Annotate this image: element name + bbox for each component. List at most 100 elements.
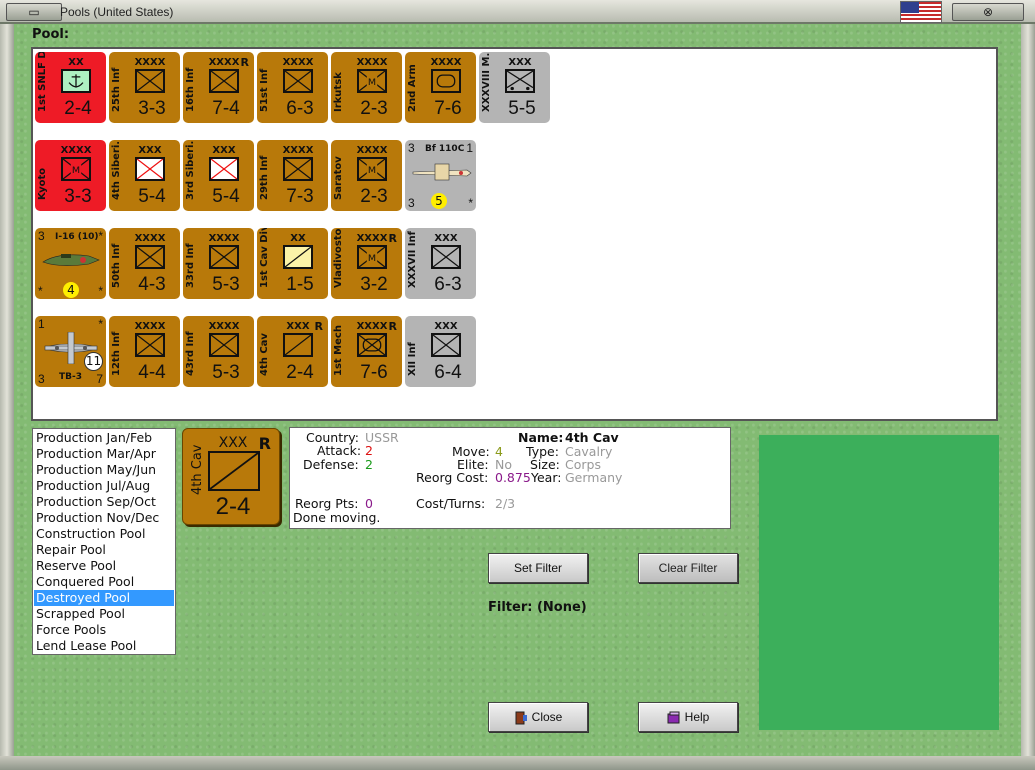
unit-type-symbol-icon bbox=[135, 69, 165, 93]
unit-counter[interactable]: XXX XXXVII Inf 6-3 bbox=[405, 228, 476, 299]
unit-size: XXXX bbox=[134, 321, 166, 332]
unit-counter[interactable]: XXXX 51st Inf 6-3 bbox=[257, 52, 328, 123]
pool-list-item[interactable]: Reserve Pool bbox=[34, 558, 174, 574]
attack-value: 2 bbox=[365, 443, 373, 458]
unit-type-symbol-icon bbox=[209, 245, 239, 269]
unit-counter[interactable]: XXX XII Inf 6-4 bbox=[405, 316, 476, 387]
pool-list-item[interactable]: Force Pools bbox=[34, 622, 174, 638]
svg-text:M: M bbox=[368, 253, 376, 264]
pool-panel: XX 1st SNLF D. 2-4 XXXX 25th Inf 3-3 XXXX R 16th… bbox=[31, 47, 998, 421]
unit-counter[interactable]: XXXX Saratov M 2-3 bbox=[331, 140, 402, 211]
pool-list-item[interactable]: Conquered Pool bbox=[34, 574, 174, 590]
unit-strength: 2-3 bbox=[360, 98, 388, 119]
unit-counter[interactable]: XXXX 29th Inf 7-3 bbox=[257, 140, 328, 211]
unit-counter[interactable]: XXXX 25th Inf 3-3 bbox=[109, 52, 180, 123]
unit-name: 16th Inf bbox=[185, 67, 196, 113]
unit-strength: 6-4 bbox=[434, 362, 462, 383]
window-menu-button[interactable]: ▭ bbox=[6, 3, 62, 21]
pool-list-item[interactable]: Production Mar/Apr bbox=[34, 446, 174, 462]
unit-counter[interactable]: XXXX 33rd Inf 5-3 bbox=[183, 228, 254, 299]
unit-info-box: Country: USSR Attack: 2 Defense: 2 Move:… bbox=[289, 427, 731, 529]
close-window-button[interactable]: ⊗ bbox=[952, 3, 1024, 21]
unit-name: XXXVII Inf bbox=[407, 231, 418, 288]
unit-size: XXX bbox=[508, 57, 532, 68]
pool-list-item[interactable]: Repair Pool bbox=[34, 542, 174, 558]
unit-counter[interactable]: XXXX Irkutsk M 2-3 bbox=[331, 52, 402, 123]
filter-status: Filter: (None) bbox=[488, 600, 587, 615]
pool-list-item[interactable]: Production Jan/Feb bbox=[34, 430, 174, 446]
air-unit-bottom-right: * bbox=[98, 284, 103, 298]
selected-unit-size: XXX bbox=[218, 435, 248, 451]
unit-type-symbol-icon bbox=[209, 333, 239, 357]
close-button[interactable]: Close bbox=[488, 702, 588, 732]
help-book-icon bbox=[667, 711, 680, 724]
help-button-label: Help bbox=[684, 710, 710, 724]
unit-strength: 5-4 bbox=[212, 186, 240, 207]
unit-counter[interactable]: XXXX 43rd Inf 5-3 bbox=[183, 316, 254, 387]
unit-reserve-mark: R bbox=[388, 232, 397, 245]
unit-size: XXX bbox=[212, 145, 236, 156]
unit-type-symbol-icon bbox=[135, 333, 165, 357]
air-unit-bottom-left: 3 bbox=[408, 196, 415, 210]
cost-turns-label: Cost/Turns: bbox=[416, 496, 486, 511]
unit-type-symbol-icon bbox=[283, 333, 313, 357]
unit-counter[interactable]: XX 1st Cav Div 1-5 bbox=[257, 228, 328, 299]
unit-type-symbol-icon bbox=[135, 245, 165, 269]
unit-counter[interactable]: XXXX R 16th Inf 7-4 bbox=[183, 52, 254, 123]
name-value: 4th Cav bbox=[565, 430, 619, 445]
set-filter-button[interactable]: Set Filter bbox=[488, 553, 588, 583]
unit-counter[interactable]: XXX 3rd Siberi. 5-4 bbox=[183, 140, 254, 211]
unit-name: 29th Inf bbox=[259, 155, 270, 201]
unit-name: XII Inf bbox=[407, 342, 418, 376]
unit-counter[interactable]: XXXX R Vladivostok M 3-2 bbox=[331, 228, 402, 299]
unit-counter[interactable]: XXXX 50th Inf 4-3 bbox=[109, 228, 180, 299]
attack-label: Attack: bbox=[317, 443, 362, 458]
air-unit-bottom-left: 3 bbox=[38, 372, 45, 386]
unit-name: Irkutsk bbox=[333, 72, 344, 112]
unit-strength: 3-3 bbox=[64, 186, 92, 207]
air-unit-range: 4 bbox=[63, 282, 79, 298]
unit-counter[interactable]: XXX 4th Siberi. 5-4 bbox=[109, 140, 180, 211]
unit-name: 1st Cav Div bbox=[259, 228, 270, 288]
cavalry-symbol-icon bbox=[208, 451, 260, 491]
air-unit-bottom-right: * bbox=[468, 196, 473, 210]
unit-counter[interactable]: XXXX 12th Inf 4-4 bbox=[109, 316, 180, 387]
unit-type-symbol-icon bbox=[283, 157, 313, 181]
unit-counter[interactable]: XXXX 2nd Arm 7-6 bbox=[405, 52, 476, 123]
unit-type-symbol-icon bbox=[431, 69, 461, 93]
unit-counter[interactable]: XXXX Kyoto M 3-3 bbox=[35, 140, 106, 211]
pool-list[interactable]: Production Jan/Feb Production Mar/Apr Prod… bbox=[32, 428, 176, 655]
unit-counter[interactable]: XXXX R 1st Mech 7-6 bbox=[331, 316, 402, 387]
unit-type-symbol-icon bbox=[505, 69, 535, 93]
unit-strength: 6-3 bbox=[286, 98, 314, 119]
unit-name: Kyoto bbox=[37, 167, 48, 200]
unit-counter[interactable]: XXX XXXVIII M. 5-5 bbox=[479, 52, 550, 123]
air-unit-counter[interactable]: 3 * * * I-16 (10) 4 bbox=[35, 228, 106, 299]
defense-label: Defense: bbox=[303, 457, 359, 472]
pool-list-item[interactable]: Construction Pool bbox=[34, 526, 174, 542]
pool-list-item[interactable]: Scrapped Pool bbox=[34, 606, 174, 622]
pool-list-item[interactable]: Destroyed Pool bbox=[34, 590, 174, 606]
air-unit-top-right: * bbox=[98, 229, 103, 243]
right-frame-rail bbox=[1021, 24, 1035, 770]
unit-strength: 2-4 bbox=[286, 362, 314, 383]
title-bar[interactable]: ▭ Pools (United States) ⊗ bbox=[0, 0, 1035, 24]
unit-name: 50th Inf bbox=[111, 243, 122, 289]
pool-list-item[interactable]: Production May/Jun bbox=[34, 462, 174, 478]
unit-size: XXXX bbox=[282, 145, 314, 156]
unit-name: 33rd Inf bbox=[185, 243, 196, 288]
aircraft-icon bbox=[409, 156, 473, 188]
air-unit-counter[interactable]: 3 1 3 * Bf 110C 5 bbox=[405, 140, 476, 211]
air-unit-counter[interactable]: 1 * 3 7 TB-3 11 bbox=[35, 316, 106, 387]
pool-list-item[interactable]: Lend Lease Pool bbox=[34, 638, 174, 654]
unit-counter[interactable]: XXX R 4th Cav 2-4 bbox=[257, 316, 328, 387]
pool-list-item[interactable]: Production Jul/Aug bbox=[34, 478, 174, 494]
pool-list-item[interactable]: Production Nov/Dec bbox=[34, 510, 174, 526]
unit-strength: 4-3 bbox=[138, 274, 166, 295]
clear-filter-button[interactable]: Clear Filter bbox=[638, 553, 738, 583]
help-button[interactable]: Help bbox=[638, 702, 738, 732]
unit-strength: 4-4 bbox=[138, 362, 166, 383]
air-unit-range: 5 bbox=[431, 193, 447, 209]
pool-list-item[interactable]: Production Sep/Oct bbox=[34, 494, 174, 510]
unit-counter[interactable]: XX 1st SNLF D. 2-4 bbox=[35, 52, 106, 123]
